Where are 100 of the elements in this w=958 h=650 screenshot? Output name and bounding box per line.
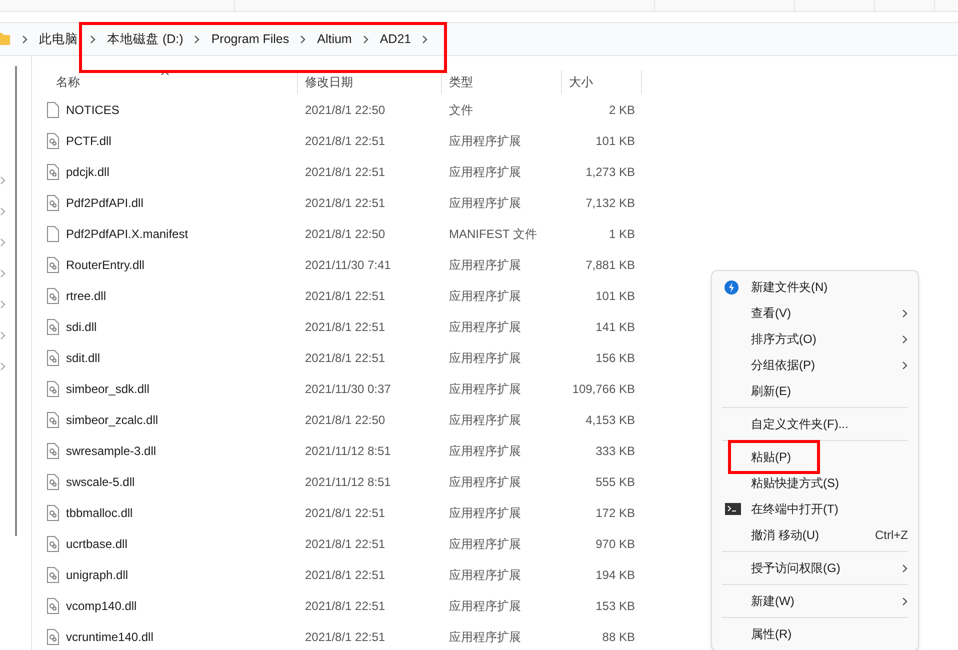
size-cell-text: 1,273 KB	[584, 164, 635, 180]
file-name[interactable]: tbbmalloc.dll	[66, 504, 133, 522]
date-cell-text: 2021/8/1 22:50	[304, 226, 386, 242]
settings-file-icon	[47, 474, 59, 490]
file-name[interactable]: ucrtbase.dll	[66, 534, 128, 552]
file-name[interactable]: RouterEntry.dll	[66, 256, 144, 274]
chevron-icon	[90, 34, 96, 44]
column-header[interactable]: 类型	[442, 70, 562, 94]
size-cell-text: 141 KB	[594, 318, 635, 336]
breadcrumb-item[interactable]: Altium	[314, 30, 355, 48]
terminal-icon	[725, 503, 741, 515]
breadcrumb-item[interactable]: AD21	[376, 30, 414, 48]
size-cell-text: 7,881 KB	[584, 256, 635, 274]
date-cell-text: 2021/8/1 22:51	[304, 132, 386, 150]
settings-file-icon	[47, 536, 59, 552]
date-cell-text: 2021/8/1 22:51	[304, 628, 386, 646]
menu-item[interactable]: 刷新(E)	[716, 378, 914, 404]
breadcrumb-item[interactable]: Program Files	[208, 30, 292, 48]
settings-file-icon	[47, 598, 59, 614]
menu-item[interactable]: 粘贴快捷方式(S)	[716, 470, 914, 496]
size-cell-text: 172 KB	[594, 504, 635, 522]
file-name[interactable]: simbeor_zcalc.dll	[66, 410, 158, 428]
settings-file-icon	[47, 350, 59, 366]
date-cell-text: 2021/8/1 22:51	[304, 566, 386, 584]
date-cell-text: 2021/11/12 8:51	[304, 442, 392, 460]
address-bar[interactable]: 此电脑 本地磁盘 (D:) Program Files Altium AD21	[0, 22, 958, 56]
chevron-icon[interactable]	[0, 269, 6, 278]
file-name[interactable]: swscale-5.dll	[66, 472, 135, 490]
settings-file-icon	[47, 132, 59, 148]
date-cell-text: 2021/11/30 0:37	[304, 380, 392, 398]
size-cell-text: 194 KB	[594, 566, 635, 584]
type-cell-text: MANIFEST 文件	[448, 226, 538, 242]
type-cell-text: 应用程序扩展	[448, 256, 522, 274]
type-cell-text: 应用程序扩展	[448, 164, 522, 180]
menu-item[interactable]: 粘贴(P)	[716, 444, 914, 470]
settings-file-icon	[47, 566, 59, 582]
chevron-icon[interactable]	[0, 238, 6, 247]
settings-file-icon	[47, 256, 59, 272]
file-name[interactable]: simbeor_sdk.dll	[66, 380, 150, 398]
date-cell-text: 2021/8/1 22:51	[304, 504, 386, 522]
menu-item[interactable]: 排序方式(O)	[716, 326, 914, 352]
date-cell-text: 2021/8/1 22:51	[304, 598, 386, 614]
file-name[interactable]: vcruntime140.dll	[66, 628, 154, 646]
date-cell-text: 2021/8/1 22:51	[304, 318, 386, 336]
file-name[interactable]: Pdf2PdfAPI.X.manifest	[66, 224, 188, 242]
type-cell-text: 应用程序扩展	[448, 412, 522, 428]
menu-item[interactable]: 查看(V)	[716, 300, 914, 326]
file-icon	[47, 226, 59, 242]
breadcrumb-item[interactable]: 此电脑	[36, 30, 82, 48]
file-name[interactable]: vcomp140.dll	[66, 596, 137, 614]
settings-file-icon	[47, 380, 59, 396]
folder-icon	[0, 32, 10, 46]
scrollbar[interactable]	[15, 66, 17, 536]
chevron-icon	[422, 34, 428, 44]
file-name[interactable]: sdit.dll	[66, 348, 100, 366]
file-name[interactable]: PCTF.dll	[66, 132, 112, 150]
date-cell-text: 2021/8/1 22:51	[304, 536, 386, 552]
type-cell-text: 应用程序扩展	[448, 536, 522, 552]
settings-file-icon	[47, 504, 59, 520]
file-name[interactable]: unigraph.dll	[66, 566, 128, 584]
file-name[interactable]: rtree.dll	[66, 286, 106, 304]
file-name[interactable]: NOTICES	[66, 100, 120, 118]
menu-item[interactable]: 授予访问权限(G)	[716, 555, 914, 581]
date-cell-text: 2021/8/1 22:51	[304, 350, 386, 366]
column-header[interactable]: 修改日期	[298, 70, 442, 94]
chevron-icon	[22, 34, 28, 44]
menu-item[interactable]: 自定义文件夹(F)...	[716, 411, 914, 437]
chevron-icon[interactable]	[0, 331, 6, 340]
file-name[interactable]: swresample-3.dll	[66, 442, 156, 460]
breadcrumb-item[interactable]: 本地磁盘 (D:)	[104, 30, 186, 48]
date-cell-text: 2021/8/1 22:50	[304, 412, 386, 428]
size-cell-text: 1 KB	[608, 226, 635, 242]
column-header[interactable]: 大小	[562, 70, 642, 94]
column-header[interactable]: 名称	[32, 70, 298, 94]
lightning-icon	[724, 280, 739, 294]
chevron-icon[interactable]	[0, 362, 6, 371]
menu-item[interactable]: 撤消 移动(U) Ctrl+Z	[716, 522, 914, 548]
file-name[interactable]: Pdf2PdfAPI.dll	[66, 194, 144, 212]
chevron-icon	[902, 596, 908, 606]
type-cell-text: 应用程序扩展	[448, 474, 522, 490]
settings-file-icon	[47, 412, 59, 428]
type-cell-text: 应用程序扩展	[448, 194, 522, 212]
size-cell-text: 101 KB	[594, 288, 635, 304]
settings-file-icon	[47, 628, 59, 644]
size-cell-text: 7,132 KB	[584, 194, 635, 212]
menu-item[interactable]: 新建(W)	[716, 588, 914, 614]
file-name[interactable]: pdcjk.dll	[66, 162, 110, 180]
menu-item[interactable]: 属性(R)	[716, 621, 914, 647]
size-cell-text: 88 KB	[601, 628, 635, 646]
menu-item[interactable]: 新建文件夹(N)	[716, 274, 914, 300]
menu-item[interactable]: 分组依据(P)	[716, 352, 914, 378]
chevron-icon[interactable]	[0, 207, 6, 216]
chevron-icon[interactable]	[0, 300, 6, 309]
type-cell-text: 应用程序扩展	[448, 566, 522, 584]
chevron-icon	[362, 34, 369, 44]
chevron-icon[interactable]	[0, 176, 6, 185]
menu-item[interactable]: 在终端中打开(T)	[716, 496, 914, 522]
size-cell-text: 4,153 KB	[584, 412, 635, 428]
chevron-icon	[902, 334, 908, 344]
file-name[interactable]: sdi.dll	[66, 318, 97, 336]
